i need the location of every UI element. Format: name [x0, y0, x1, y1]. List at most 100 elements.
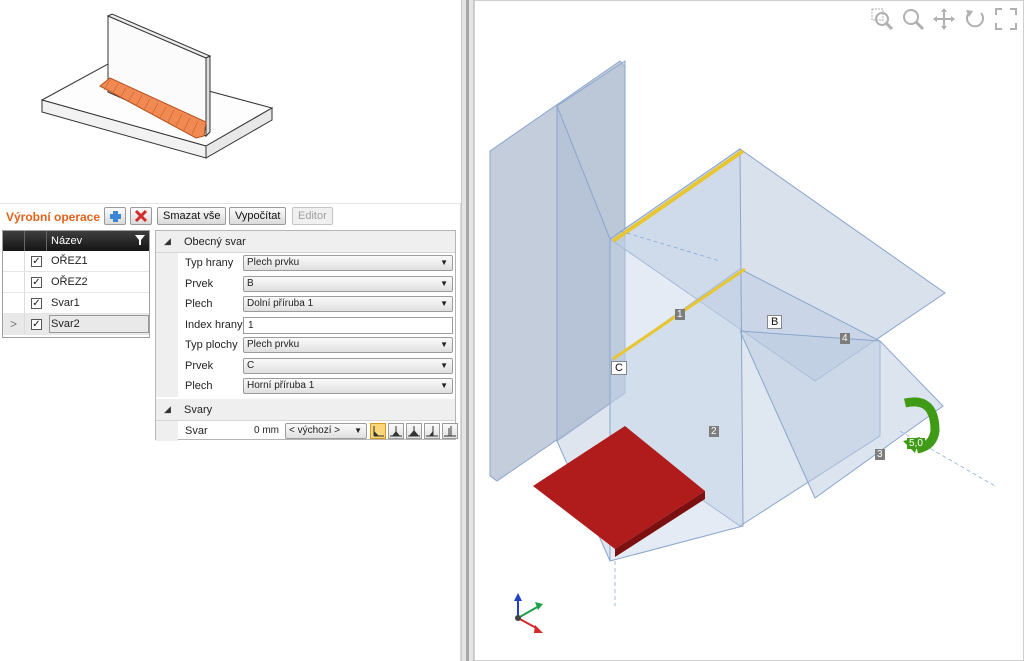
single-bevel-weld-icon[interactable]	[424, 422, 440, 439]
prop-label: Typ hrany	[185, 257, 234, 269]
section-label: Svary	[184, 403, 213, 416]
current-row-indicator: >	[3, 314, 25, 334]
row-indicator	[3, 251, 25, 271]
view-toolbar	[870, 7, 1020, 31]
weld-preview-drawing	[40, 13, 274, 159]
fillet-weld-icon[interactable]	[370, 422, 386, 439]
edge-label-1[interactable]: 1	[675, 309, 685, 320]
prop-plate-2: Plech Horní příruba 1 ▼	[156, 376, 455, 397]
row-gutter	[156, 420, 178, 441]
list-item[interactable]: ✓ Svar1	[3, 293, 149, 314]
prop-surface-type: Typ plochy Plech prvku ▼	[156, 335, 455, 356]
filter-icon[interactable]	[135, 234, 145, 249]
enabled-checkbox[interactable]: ✓	[31, 319, 42, 330]
weld-preview	[0, 0, 461, 204]
zoom-window-icon[interactable]	[870, 7, 894, 31]
edge-label-2[interactable]: 2	[709, 426, 719, 437]
prop-label: Prvek	[185, 277, 214, 290]
dropdown-value: B	[247, 277, 254, 289]
row-gutter	[156, 314, 178, 335]
operation-name: Svar1	[51, 297, 80, 309]
calculate-button[interactable]: Vypočítat	[229, 207, 287, 225]
row-gutter	[156, 273, 178, 294]
edge-type-dropdown[interactable]: Plech prvku ▼	[243, 255, 453, 271]
dropdown-value: Plech prvku	[247, 339, 300, 350]
editor-button: Editor	[292, 207, 333, 225]
plate-2-dropdown[interactable]: Horní příruba 1 ▼	[243, 378, 453, 394]
operation-name: OŘEZ1	[51, 255, 88, 267]
chevron-down-icon: ▼	[440, 299, 448, 308]
chevron-down-icon: ▼	[354, 425, 362, 435]
operations-toolbar: Výrobní operace Smazat vše Vypočítat Edi…	[0, 206, 461, 228]
member-dropdown[interactable]: B ▼	[243, 275, 453, 292]
prop-edge-type: Typ hrany Plech prvku ▼	[156, 253, 455, 274]
zoom-icon[interactable]	[901, 7, 925, 31]
section-welds[interactable]: ◢ Svary	[156, 398, 455, 421]
3d-scene	[489, 60, 996, 633]
indicator-column-header	[3, 231, 25, 251]
operations-title: Výrobní operace	[6, 210, 101, 224]
section-label: Obecný svar	[184, 236, 246, 248]
surface-type-dropdown[interactable]: Plech prvku ▼	[243, 337, 453, 353]
weld-type-dropdown[interactable]: < výchozí > ▼	[285, 422, 367, 439]
list-item-selected[interactable]: > ✓ Svar2	[3, 314, 149, 335]
axis-triad	[514, 593, 543, 633]
prop-member-2: Prvek C ▼	[156, 355, 455, 376]
member-b-label[interactable]: B	[767, 315, 783, 329]
prop-label: Plech	[185, 298, 213, 310]
dropdown-value: Plech prvku	[247, 257, 300, 268]
operation-name: OŘEZ2	[51, 276, 88, 288]
delete-operation-button[interactable]	[130, 207, 152, 225]
fit-extents-icon[interactable]	[994, 7, 1018, 31]
row-gutter	[156, 335, 178, 356]
chevron-down-icon: ▼	[440, 360, 448, 370]
edge-label-3[interactable]: 3	[875, 449, 885, 460]
prop-label: Prvek	[185, 359, 214, 372]
row-indicator	[3, 272, 25, 292]
delete-all-button[interactable]: Smazat vše	[157, 207, 227, 225]
operations-list-header: Název	[3, 231, 149, 251]
row-gutter	[156, 355, 178, 376]
name-column-header[interactable]: Název	[51, 235, 82, 247]
weld-size-value[interactable]: 0 mm	[254, 425, 279, 436]
prop-weld: Svar 0 mm < výchozí > ▼	[156, 420, 458, 441]
edge-index-input[interactable]: 1	[243, 316, 453, 334]
edge-label-4[interactable]: 4	[840, 333, 850, 344]
double-fillet-weld-icon[interactable]	[388, 422, 404, 439]
plate-dropdown[interactable]: Dolní příruba 1 ▼	[243, 296, 453, 312]
add-operation-button[interactable]	[104, 207, 126, 225]
list-item[interactable]: ✓ OŘEZ1	[3, 251, 149, 272]
member-2-dropdown[interactable]: C ▼	[243, 357, 453, 374]
prop-label: Plech	[185, 380, 213, 392]
3d-viewport[interactable]: B C 1 2 3 4 5,0	[474, 0, 1024, 661]
chevron-down-icon: ▼	[440, 340, 448, 349]
list-item[interactable]: ✓ OŘEZ2	[3, 272, 149, 293]
checkbox-column-header	[25, 231, 47, 251]
dropdown-value: < výchozí >	[289, 424, 341, 436]
prop-plate: Plech Dolní příruba 1 ▼	[156, 294, 455, 315]
butt-weld-icon[interactable]	[442, 422, 458, 439]
row-gutter	[156, 376, 178, 397]
pan-icon[interactable]	[932, 7, 956, 31]
prop-member: Prvek B ▼	[156, 273, 455, 294]
k-weld-icon[interactable]	[406, 422, 422, 439]
enabled-checkbox[interactable]: ✓	[31, 298, 42, 309]
chevron-down-icon: ▼	[440, 278, 448, 288]
operation-name: Svar2	[51, 318, 80, 330]
operations-list: Název ✓ OŘEZ1 ✓ OŘEZ2 ✓ Svar1 > ✓ Svar2	[2, 230, 150, 338]
collapse-triangle-icon[interactable]: ◢	[164, 236, 171, 247]
collapse-triangle-icon[interactable]: ◢	[164, 404, 171, 415]
enabled-checkbox[interactable]: ✓	[31, 277, 42, 288]
rotation-value-label[interactable]: 5,0	[907, 438, 925, 449]
row-gutter	[156, 253, 178, 274]
pane-splitter[interactable]	[461, 0, 474, 661]
prop-label: Index hrany	[185, 318, 243, 331]
dropdown-value: C	[247, 359, 255, 371]
chevron-down-icon: ▼	[440, 381, 448, 390]
enabled-checkbox[interactable]: ✓	[31, 256, 42, 267]
section-general-weld[interactable]: ◢ Obecný svar	[156, 231, 455, 253]
left-pane: Výrobní operace Smazat vše Vypočítat Edi…	[0, 0, 461, 661]
rotate-icon[interactable]	[963, 7, 987, 31]
member-c-label[interactable]: C	[611, 361, 627, 375]
plus-icon	[110, 211, 121, 222]
